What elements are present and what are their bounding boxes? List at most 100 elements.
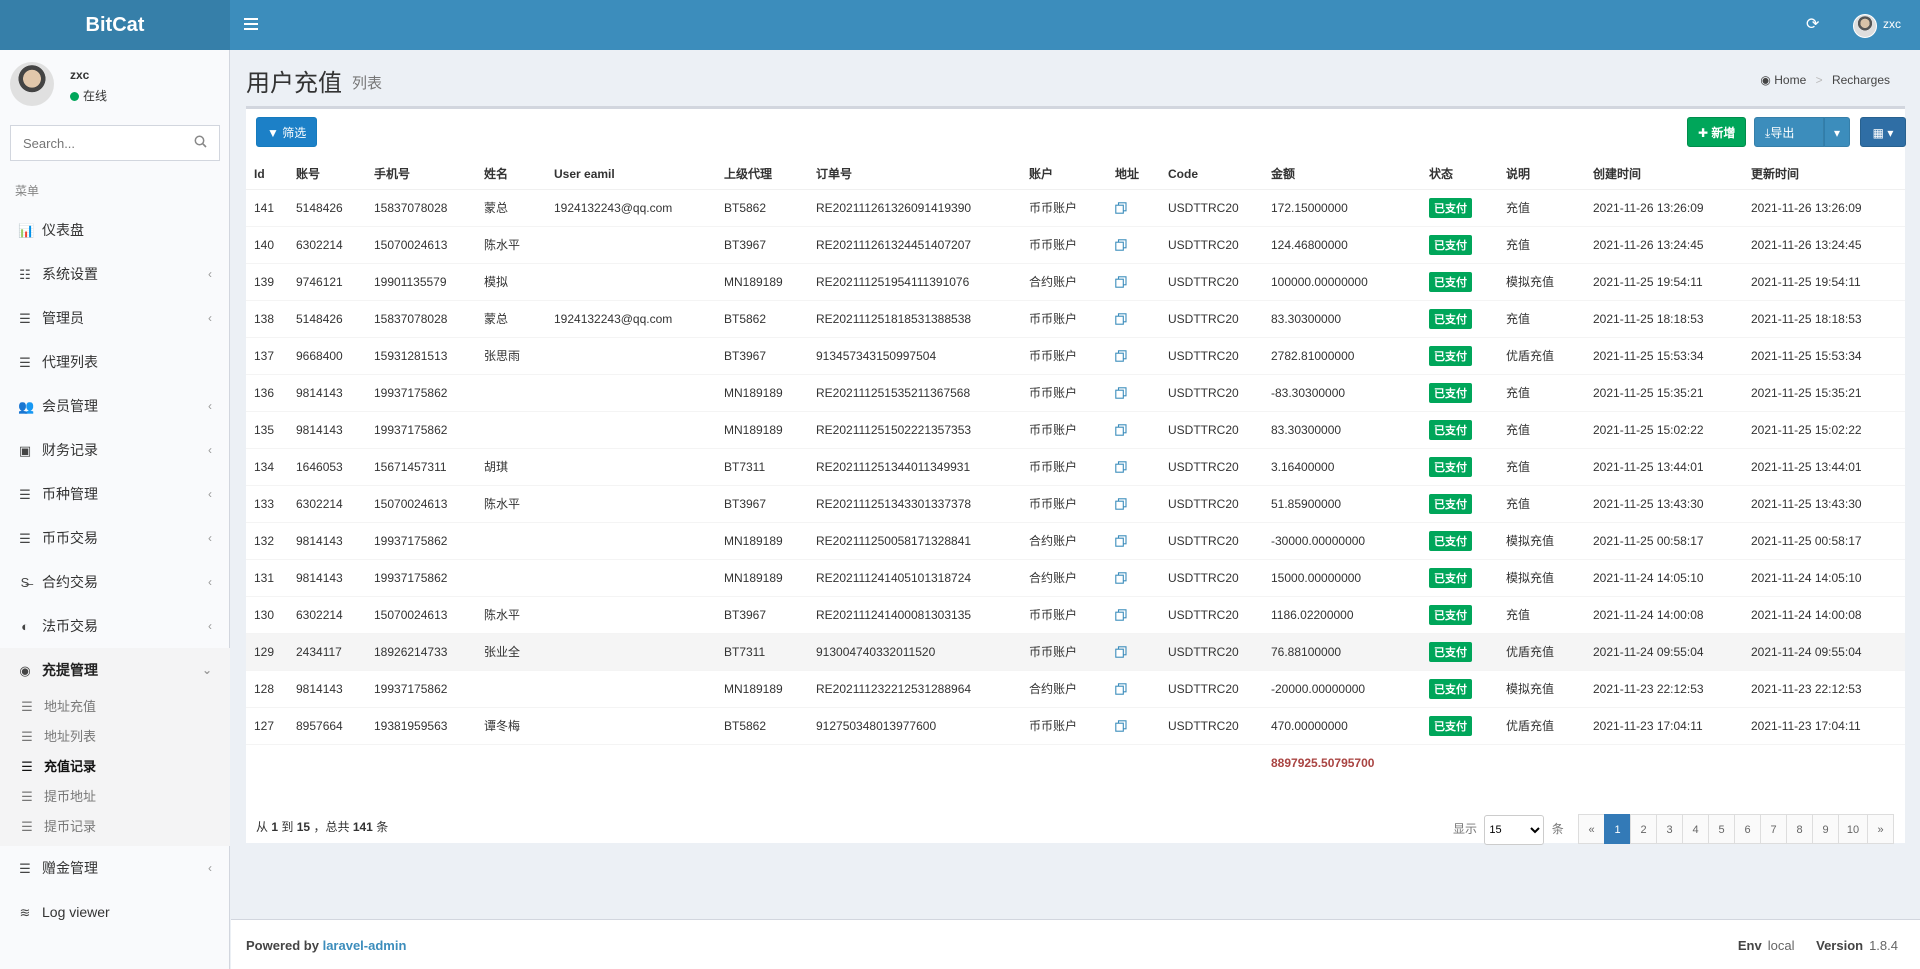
status-text: 在线 (83, 89, 108, 103)
app-logo[interactable]: BitCat (0, 0, 230, 50)
copy-icon[interactable] (1115, 202, 1127, 215)
table-cell (1021, 743, 1107, 781)
column-header[interactable]: 金额 (1263, 159, 1421, 190)
table-cell (1107, 447, 1160, 485)
laravel-admin-link[interactable]: laravel-admin (323, 938, 407, 953)
pagination-page-button[interactable]: 4 (1682, 814, 1709, 844)
sidebar-item-members[interactable]: 👥 会员管理 ‹ (0, 384, 230, 428)
pagination-prev-button[interactable]: « (1578, 814, 1605, 844)
copy-icon[interactable] (1115, 387, 1127, 400)
hamburger-icon[interactable] (244, 15, 258, 35)
filter-button-label: 筛选 (282, 126, 307, 140)
sidebar-item-dashboard[interactable]: 📊 仪表盘 (0, 208, 230, 252)
table-cell: 币币账户 (1021, 299, 1107, 337)
sidebar-item-coins[interactable]: ☰ 币种管理 ‹ (0, 472, 230, 516)
avatar[interactable] (1853, 14, 1877, 38)
column-header[interactable]: 账户 (1021, 159, 1107, 190)
search-box (10, 125, 220, 161)
copy-icon[interactable] (1115, 683, 1127, 696)
copy-icon[interactable] (1115, 461, 1127, 474)
breadcrumb-home[interactable]: Home (1774, 73, 1806, 87)
copy-icon[interactable] (1115, 313, 1127, 326)
column-header[interactable]: 说明 (1498, 159, 1585, 190)
sidebar-subitem-address-recharge[interactable]: ☰ 地址充值 (0, 692, 230, 722)
pagination-page-button[interactable]: 8 (1786, 814, 1813, 844)
column-header[interactable]: User eamil (546, 159, 716, 190)
table-cell: RE202111241405101318724 (808, 558, 1021, 596)
sidebar-subitem-address-list[interactable]: ☰ 地址列表 (0, 722, 230, 752)
per-page-select[interactable]: 15 (1484, 815, 1545, 845)
sidebar-item-fiat-trade[interactable]: ◐ 法币交易 ‹ (0, 604, 230, 648)
sidebar-item-agents[interactable]: ☰ 代理列表 (0, 340, 230, 384)
copy-icon[interactable] (1115, 646, 1127, 659)
column-header[interactable]: 上级代理 (716, 159, 808, 190)
table-cell: 2021-11-25 15:02:22 (1743, 410, 1905, 448)
copy-icon[interactable] (1115, 276, 1127, 289)
table-cell: 6302214 (288, 484, 366, 522)
table-cell (546, 410, 716, 448)
column-header[interactable]: 创建时间 (1585, 159, 1743, 190)
pagination-text: 到 (281, 820, 294, 834)
sidebar-item-contract-trade[interactable]: S̶ 合约交易 ‹ (0, 560, 230, 604)
table-cell: 2021-11-26 13:24:45 (1585, 225, 1743, 263)
column-header[interactable]: 订单号 (808, 159, 1021, 190)
table-cell: 132 (246, 521, 288, 559)
sidebar-item-log-viewer[interactable]: ≋ Log viewer (0, 890, 230, 934)
table-cell: 模拟充值 (1498, 669, 1585, 707)
column-header[interactable]: 姓名 (476, 159, 546, 190)
copy-icon[interactable] (1115, 424, 1127, 437)
column-header[interactable]: Id (246, 159, 288, 190)
copy-icon[interactable] (1115, 720, 1127, 733)
pagination-page-button[interactable]: 7 (1760, 814, 1787, 844)
copy-icon[interactable] (1115, 535, 1127, 548)
sidebar-item-system-settings[interactable]: ☷ 系统设置 ‹ (0, 252, 230, 296)
search-icon[interactable] (194, 135, 207, 148)
column-header[interactable]: 更新时间 (1743, 159, 1905, 190)
sidebar-item-deposit-withdraw[interactable]: ◉ 充提管理 ⌄ (0, 648, 230, 692)
copy-icon[interactable] (1115, 609, 1127, 622)
refresh-icon[interactable]: ⟳ (1806, 15, 1819, 35)
pagination-page-button[interactable]: 10 (1838, 814, 1868, 844)
pagination-page-button[interactable]: 5 (1708, 814, 1735, 844)
filter-button[interactable]: ▼ 筛选 (256, 117, 318, 147)
column-header[interactable]: 地址 (1107, 159, 1160, 190)
pagination-page-button[interactable]: 2 (1630, 814, 1657, 844)
pagination-page-button[interactable]: 1 (1604, 814, 1631, 844)
columns-button[interactable]: ▦ ▾ (1860, 117, 1906, 147)
column-header[interactable]: 状态 (1421, 159, 1498, 190)
copy-icon[interactable] (1115, 498, 1127, 511)
top-user-name[interactable]: zxc (1883, 17, 1901, 31)
copy-icon[interactable] (1115, 239, 1127, 252)
add-button[interactable]: ✚ 新增 (1687, 117, 1747, 147)
search-input[interactable] (11, 126, 181, 160)
chevron-left-icon: ‹ (208, 267, 212, 281)
export-button[interactable]: ⤓导出 (1754, 117, 1824, 147)
export-dropdown-toggle[interactable]: ▾ (1824, 117, 1850, 147)
pagination-page-button[interactable]: 9 (1812, 814, 1839, 844)
sidebar-item-admins[interactable]: ☰ 管理员 ‹ (0, 296, 230, 340)
column-header[interactable]: 手机号 (366, 159, 476, 190)
column-header[interactable]: 账号 (288, 159, 366, 190)
table-row: 127 8957664 19381959563 谭冬梅 BT5862 9127503480… (246, 706, 1905, 744)
sidebar-item-spot-trade[interactable]: ☰ 币币交易 ‹ (0, 516, 230, 560)
table-cell: BT3967 (716, 484, 808, 522)
table-cell: 币币账户 (1021, 336, 1107, 374)
sidebar-subitem-withdraw-records[interactable]: ☰ 提币记录 (0, 812, 230, 842)
sidebar-item-bonus[interactable]: ☰ 赠金管理 ‹ (0, 846, 230, 890)
table-cell: 131 (246, 558, 288, 596)
table-header-row: Id 账号 手机号 姓名 User eamil 上级代理 订单号 账户 地址 Code 金额 状态 说明… (246, 159, 1905, 190)
sidebar-item-finance[interactable]: ▣ 财务记录 ‹ (0, 428, 230, 472)
column-header[interactable]: Code (1160, 159, 1263, 190)
sidebar-subitem-recharge-records[interactable]: ☰ 充值记录 (0, 752, 230, 782)
table-cell: 6302214 (288, 595, 366, 633)
copy-icon[interactable] (1115, 350, 1127, 363)
pagination-next-button[interactable]: » (1867, 814, 1894, 844)
copy-icon[interactable] (1115, 572, 1127, 585)
table-cell: 2021-11-23 17:04:11 (1585, 706, 1743, 744)
pagination: «1 2 3 4 5 6 7 8 9 10» (1578, 814, 1894, 844)
sidebar-subitem-withdraw-address[interactable]: ☰ 提币地址 (0, 782, 230, 812)
pagination-page-button[interactable]: 3 (1656, 814, 1683, 844)
pagination-page-button[interactable]: 6 (1734, 814, 1761, 844)
table-cell: -30000.00000000 (1263, 521, 1421, 559)
table-cell: USDTTRC20 (1160, 706, 1263, 744)
